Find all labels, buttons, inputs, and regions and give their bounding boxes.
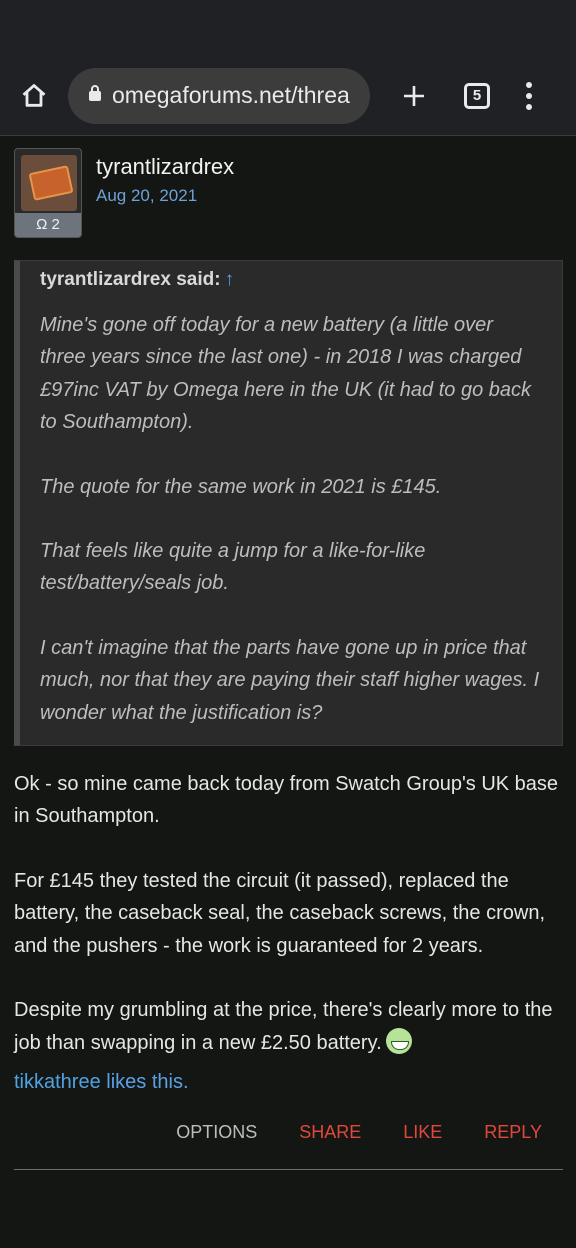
username-link[interactable]: tyrantlizardrex — [96, 154, 234, 180]
message-paragraph-last: Despite my grumbling at the price, there… — [14, 994, 562, 1059]
status-bar — [0, 0, 576, 56]
likes-summary: tikkathree likes this. — [14, 1071, 562, 1094]
post-actions: OPTIONS SHARE LIKE REPLY — [14, 1122, 562, 1143]
home-icon[interactable] — [18, 80, 50, 112]
quote-paragraph: The quote for the same work in 2021 is £… — [40, 475, 442, 498]
quote-paragraph: That feels like quite a jump for a like-… — [40, 540, 426, 595]
reply-button[interactable]: REPLY — [484, 1122, 542, 1143]
quote-body: Mine's gone off today for a new battery … — [40, 309, 542, 729]
post-message: Ok - so mine came back today from Swatch… — [14, 768, 562, 1059]
message-paragraph: Despite my grumbling at the price, there… — [14, 999, 553, 1054]
grin-emoji-icon — [385, 1027, 412, 1054]
quote-author: tyrantlizardrex said: — [40, 269, 221, 290]
lock-icon — [88, 84, 102, 107]
forum-post: Ω 2 tyrantlizardrex Aug 20, 2021 tyrantl… — [0, 136, 576, 1248]
more-menu-icon[interactable] — [526, 81, 532, 110]
post-date-link[interactable]: Aug 20, 2021 — [96, 186, 234, 206]
new-tab-icon[interactable] — [398, 80, 430, 112]
user-rank-badge: Ω 2 — [15, 213, 81, 237]
share-button[interactable]: SHARE — [299, 1122, 361, 1143]
address-bar[interactable]: omegaforums.net/threa — [68, 67, 370, 124]
quote-header: tyrantlizardrex said: ↑ — [40, 269, 542, 291]
browser-toolbar: omegaforums.net/threa 5 — [0, 56, 576, 136]
jump-to-quote-icon[interactable]: ↑ — [225, 269, 235, 290]
post-header: Ω 2 tyrantlizardrex Aug 20, 2021 — [14, 148, 562, 238]
user-info: tyrantlizardrex Aug 20, 2021 — [96, 148, 234, 206]
quote-paragraph: Mine's gone off today for a new battery … — [40, 314, 532, 434]
message-paragraph: For £145 they tested the circuit (it pas… — [14, 869, 545, 957]
post-divider — [14, 1168, 563, 1170]
like-button[interactable]: LIKE — [403, 1122, 442, 1143]
quote-block: tyrantlizardrex said: ↑ Mine's gone off t… — [14, 260, 563, 747]
liker-link[interactable]: tikkathree — [14, 1071, 101, 1093]
quote-paragraph: I can't imagine that the parts have gone… — [40, 636, 540, 724]
url-text: omegaforums.net/threa — [112, 82, 350, 108]
avatar-image — [21, 155, 77, 211]
likes-text[interactable]: likes this. — [101, 1071, 188, 1093]
message-paragraph: Ok - so mine came back today from Swatch… — [14, 773, 559, 828]
tab-switcher-button[interactable]: 5 — [464, 82, 490, 109]
options-button[interactable]: OPTIONS — [176, 1122, 257, 1143]
avatar[interactable]: Ω 2 — [14, 148, 82, 238]
